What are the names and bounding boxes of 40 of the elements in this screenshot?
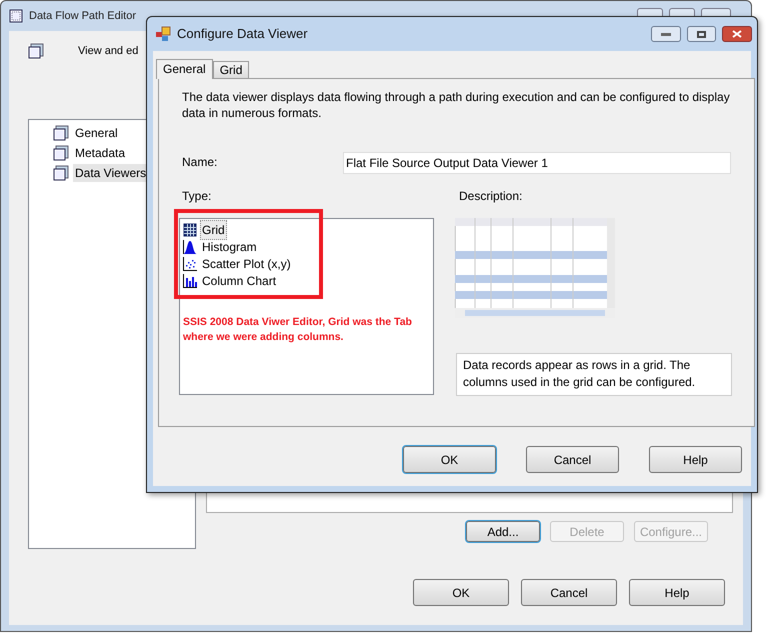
type-option[interactable]: Scatter Plot (x,y) [200, 254, 293, 274]
dialog-title: Configure Data Viewer [177, 25, 308, 44]
tab[interactable]: Grid [212, 61, 250, 79]
column-chart-icon [183, 274, 197, 288]
window-title: Data Flow Path Editor [29, 8, 136, 24]
name-label: Name: [182, 154, 218, 171]
tree-item[interactable]: Metadata [73, 144, 128, 162]
close-icon [732, 30, 742, 38]
header-text: View and ed [78, 44, 138, 59]
ok-button[interactable]: OK [403, 446, 496, 473]
type-option[interactable]: Histogram [200, 236, 259, 256]
page-icon [53, 145, 69, 161]
annotation-note: SSIS 2008 Data Viwer Editor, Grid was the Tab where we were adding columns. [183, 315, 413, 345]
tab[interactable]: General [156, 59, 213, 79]
page-icon [53, 165, 69, 181]
description-label: Description: [459, 188, 522, 205]
close-button[interactable] [722, 26, 752, 42]
help-button[interactable]: Help [649, 446, 742, 473]
scatter-plot-icon [183, 256, 197, 270]
dialog-icon [155, 26, 171, 42]
page-icon [28, 43, 44, 60]
intro-text: The data viewer displays data flowing through a path during execution and can be configured to display data in numerous formats. [182, 89, 731, 121]
cancel-button[interactable]: Cancel [526, 446, 619, 473]
grid-icon [183, 222, 197, 236]
page-icon [53, 125, 69, 141]
type-label: Type: [182, 188, 212, 205]
minimize-button[interactable] [651, 26, 681, 42]
type-option[interactable]: Grid [200, 220, 227, 240]
maximize-button[interactable] [687, 26, 716, 42]
histogram-icon [183, 240, 197, 254]
type-option[interactable]: Column Chart [200, 270, 278, 290]
help-button[interactable]: Help [629, 579, 725, 606]
description-box: Data records appear as rows in a grid. The columns used in the grid can be configured. [456, 353, 732, 396]
window-icon [9, 9, 23, 23]
tree-item[interactable]: Data Viewers [73, 164, 148, 182]
name-field[interactable]: Flat File Source Output Data Viewer 1 [343, 152, 731, 174]
tree-item[interactable]: General [73, 124, 120, 142]
cancel-button[interactable]: Cancel [521, 579, 617, 606]
list-action-button[interactable]: Add... [466, 521, 540, 542]
ok-button[interactable]: OK [413, 579, 509, 606]
